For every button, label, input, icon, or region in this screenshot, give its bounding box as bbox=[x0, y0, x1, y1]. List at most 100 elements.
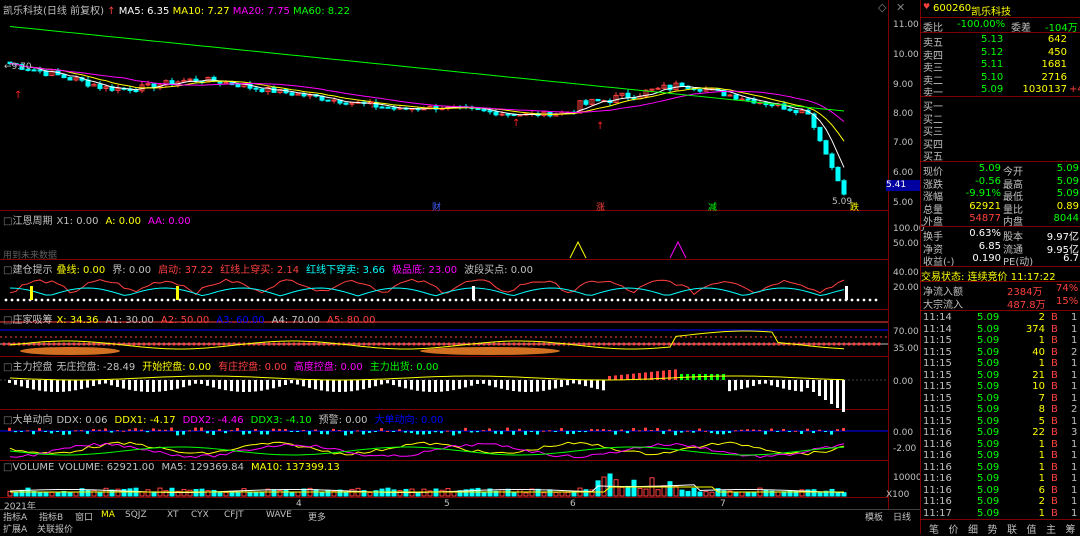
ddx-bar bbox=[572, 431, 575, 434]
quote-tab[interactable]: 价 bbox=[949, 521, 959, 536]
price-tick-label: 5.00 bbox=[893, 198, 914, 208]
ask-row[interactable]: 卖五 5.13 642 bbox=[921, 34, 1080, 49]
panel-axis-label: X100 bbox=[886, 490, 910, 500]
ddx-bar bbox=[38, 428, 41, 431]
price-tick-label: 9.00 bbox=[893, 80, 914, 90]
control-bar bbox=[230, 380, 233, 392]
ddx-bar bbox=[656, 427, 659, 431]
volume-bar bbox=[679, 489, 685, 497]
extension-tab[interactable]: 关联报价 bbox=[37, 522, 73, 535]
collapse-icon[interactable]: ◇ bbox=[878, 1, 886, 14]
indicator-tab[interactable]: MA bbox=[101, 510, 115, 521]
ddx-bar bbox=[776, 431, 779, 432]
chart-area[interactable]: ↑↑↑ ↑财涨减跌 bbox=[0, 0, 920, 510]
baseline-dot bbox=[538, 298, 542, 302]
panel-axis-label: 35.00 bbox=[893, 344, 919, 354]
control-bar bbox=[728, 380, 731, 392]
bid-row[interactable]: 买一 bbox=[921, 98, 1080, 113]
level-dot bbox=[597, 342, 601, 346]
quote-tab[interactable]: 筹 bbox=[1066, 521, 1076, 536]
close-icon[interactable]: ✕ bbox=[896, 1, 905, 14]
indicator-tab[interactable]: 指标B bbox=[39, 510, 63, 523]
level-dot bbox=[867, 342, 871, 346]
ddx-bar bbox=[590, 428, 593, 431]
bid-row[interactable]: 买五 bbox=[921, 148, 1080, 163]
quote-tab[interactable]: 值 bbox=[1027, 521, 1037, 536]
level-dot bbox=[662, 342, 666, 346]
indicator-tab[interactable]: XT bbox=[167, 510, 179, 521]
ask-row[interactable]: 卖四 5.12 450 bbox=[921, 47, 1080, 62]
baseline-dot bbox=[814, 298, 818, 302]
quote-tab[interactable]: 联 bbox=[1007, 521, 1017, 536]
candle-body bbox=[223, 81, 229, 84]
baseline-dot bbox=[700, 298, 704, 302]
indicator-tab[interactable]: 窗口 bbox=[75, 510, 93, 523]
control-bar bbox=[524, 380, 527, 392]
control-bar bbox=[194, 380, 197, 384]
ddx-bar bbox=[434, 431, 437, 433]
level-dot bbox=[852, 342, 856, 346]
ddx-bar bbox=[542, 430, 545, 432]
quote-tab[interactable]: 势 bbox=[988, 521, 998, 536]
ask-row[interactable]: 卖一5.091030137+4 bbox=[921, 84, 1080, 99]
ask-row[interactable]: 卖三 5.11 1681 bbox=[921, 59, 1080, 74]
control-bar bbox=[134, 380, 137, 391]
ddx-bar bbox=[578, 431, 581, 432]
indicator-tab[interactable]: WAVE bbox=[266, 510, 292, 521]
level-dot bbox=[582, 342, 586, 346]
volume-bar bbox=[73, 491, 79, 497]
bid-row[interactable]: 买三 bbox=[921, 123, 1080, 138]
ddx-bar bbox=[242, 431, 245, 435]
period-button[interactable]: 日线 bbox=[893, 510, 911, 523]
level-dot bbox=[2, 342, 6, 346]
baseline-dot bbox=[82, 298, 86, 302]
level-dot bbox=[177, 342, 181, 346]
buy-arrow-icon: ↑ bbox=[14, 90, 22, 101]
baseline-dot bbox=[184, 298, 188, 302]
control-bar bbox=[320, 380, 323, 391]
event-tag[interactable]: 财 bbox=[432, 201, 441, 213]
quote-tab[interactable]: 主 bbox=[1046, 521, 1056, 536]
ddx-bar bbox=[146, 431, 149, 433]
volume-bar bbox=[283, 489, 289, 497]
ma20-line bbox=[9, 63, 845, 123]
ddx-bar bbox=[176, 431, 179, 436]
level-dot bbox=[372, 342, 376, 346]
ddx-bar bbox=[830, 431, 833, 435]
future-data-note: 用到未来数据 bbox=[3, 251, 58, 261]
bid-row[interactable]: 买四 bbox=[921, 136, 1080, 151]
indicator-tab[interactable]: 指标A bbox=[3, 510, 27, 523]
ddx-bar bbox=[674, 431, 677, 436]
indicator-tab[interactable]: CFJT bbox=[224, 510, 244, 521]
candle-body bbox=[769, 104, 775, 107]
panel-axis-label: 0.00 bbox=[893, 428, 914, 438]
ddx-bar bbox=[728, 431, 731, 434]
ddx-bar bbox=[26, 430, 29, 432]
bid-row[interactable]: 买二 bbox=[921, 111, 1080, 126]
ma5-line bbox=[9, 63, 845, 168]
level-dot bbox=[712, 342, 716, 346]
level-dot bbox=[417, 342, 421, 346]
ddx-bar bbox=[584, 431, 587, 433]
volume-bar bbox=[121, 488, 127, 497]
indicator-tab[interactable]: SQJZ bbox=[125, 510, 147, 521]
level-dot bbox=[412, 342, 416, 346]
indicator-tab[interactable]: CYX bbox=[191, 510, 209, 521]
indicator-tab[interactable]: 更多 bbox=[308, 510, 326, 523]
level-dot bbox=[167, 342, 171, 346]
ask-row[interactable]: 卖二 5.10 2716 bbox=[921, 72, 1080, 87]
level-dot bbox=[677, 342, 681, 346]
control-bar bbox=[182, 380, 185, 388]
ddx-bar bbox=[248, 431, 251, 434]
quote-tab[interactable]: 笔 bbox=[929, 521, 939, 536]
event-tag[interactable]: 减 bbox=[708, 201, 717, 213]
level-dot bbox=[592, 342, 596, 346]
template-button[interactable]: 模板 bbox=[865, 510, 883, 523]
ask-volume: 1030137 bbox=[1022, 84, 1067, 95]
event-tag[interactable]: 涨 bbox=[596, 202, 605, 213]
quote-tab[interactable]: 细 bbox=[968, 521, 978, 536]
baseline-dot bbox=[604, 298, 608, 302]
control-bar bbox=[764, 380, 767, 384]
panel-param: A: 0.00 bbox=[105, 216, 141, 227]
extension-tab[interactable]: 扩展A bbox=[3, 522, 27, 535]
